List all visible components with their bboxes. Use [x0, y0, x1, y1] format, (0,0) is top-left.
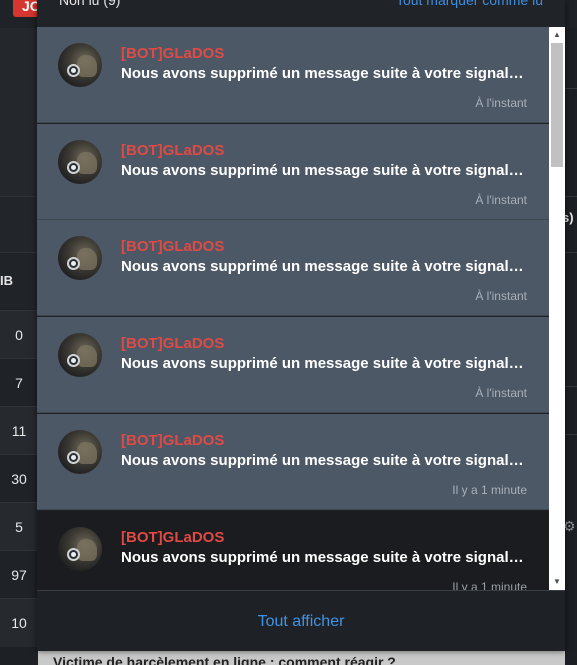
divider	[565, 386, 577, 387]
table-count-cell: 5	[0, 502, 38, 551]
table-count-cell: 10	[0, 598, 38, 647]
glados-avatar-icon	[58, 140, 102, 184]
notification-message: Nous avons supprimé un message suite à v…	[121, 162, 531, 179]
divider	[565, 434, 577, 435]
notification-author: [BOT]GLaDOS	[121, 238, 225, 255]
table-count-cell: 7	[0, 358, 38, 407]
notification-author: [BOT]GLaDOS	[121, 529, 225, 546]
notification-time: À l'instant	[475, 289, 527, 303]
notifications-dropdown: Non lu (9) Tout marquer comme lu [BOT]GL…	[37, 0, 565, 651]
table-count-cell: 97	[0, 550, 38, 599]
notification-time: Il y a 1 minute	[452, 483, 527, 497]
show-all-link[interactable]: Tout afficher	[37, 613, 565, 631]
divider	[565, 196, 577, 197]
notification-item[interactable]: [BOT]GLaDOS Nous avons supprimé un messa…	[37, 27, 549, 123]
notification-author: [BOT]GLaDOS	[121, 432, 225, 449]
unread-count-title: Non lu (9)	[59, 0, 121, 8]
notification-author: [BOT]GLaDOS	[121, 45, 225, 62]
glados-avatar-icon	[58, 43, 102, 87]
mark-all-read-link[interactable]: Tout marquer comme lu	[396, 0, 543, 10]
background-panel	[0, 197, 38, 253]
notification-time: À l'instant	[475, 386, 527, 400]
notification-message: Nous avons supprimé un message suite à v…	[121, 355, 531, 372]
table-count-cell: 0	[0, 310, 38, 359]
dropdown-footer: Tout afficher	[37, 590, 565, 651]
notification-message: Nous avons supprimé un message suite à v…	[121, 549, 531, 566]
notification-message: Nous avons supprimé un message suite à v…	[121, 452, 531, 469]
notification-scrollbar[interactable]: ▲ ▼	[549, 27, 565, 590]
table-count-cell: 30	[0, 454, 38, 503]
article-title[interactable]: Victime de harcèlement en ligne : commen…	[38, 651, 565, 665]
dropdown-header: Non lu (9) Tout marquer comme lu	[37, 0, 565, 27]
notification-author: [BOT]GLaDOS	[121, 142, 225, 159]
glados-avatar-icon	[58, 527, 102, 571]
arrow-down-icon[interactable]: ▼	[549, 574, 565, 590]
glados-avatar-icon	[58, 236, 102, 280]
arrow-up-icon[interactable]: ▲	[549, 27, 565, 43]
notification-message: Nous avons supprimé un message suite à v…	[121, 65, 531, 82]
table-count-cell: 11	[0, 406, 38, 455]
glados-avatar-icon	[58, 333, 102, 377]
notification-time: Il y a 1 minute	[452, 580, 527, 590]
notification-time: À l'instant	[475, 96, 527, 110]
table-header-cell: IB	[0, 253, 38, 309]
notification-list: [BOT]GLaDOS Nous avons supprimé un messa…	[37, 27, 549, 590]
background-panel	[0, 28, 38, 197]
notification-item[interactable]: [BOT]GLaDOS Nous avons supprimé un messa…	[37, 220, 549, 316]
notification-time: À l'instant	[475, 193, 527, 207]
glados-avatar-icon	[58, 430, 102, 474]
notification-author: [BOT]GLaDOS	[121, 335, 225, 352]
divider	[565, 252, 577, 253]
notification-item[interactable]: [BOT]GLaDOS Nous avons supprimé un messa…	[37, 124, 549, 220]
notification-message: Nous avons supprimé un message suite à v…	[121, 258, 531, 275]
site-logo[interactable]: JO	[13, 0, 40, 17]
divider	[565, 88, 577, 89]
background-right-column	[565, 28, 577, 665]
notification-item[interactable]: [BOT]GLaDOS Nous avons supprimé un messa…	[37, 414, 549, 510]
scrollbar-thumb[interactable]	[551, 43, 563, 167]
notification-item[interactable]: [BOT]GLaDOS Nous avons supprimé un messa…	[37, 511, 549, 590]
notification-item[interactable]: [BOT]GLaDOS Nous avons supprimé un messa…	[37, 317, 549, 413]
